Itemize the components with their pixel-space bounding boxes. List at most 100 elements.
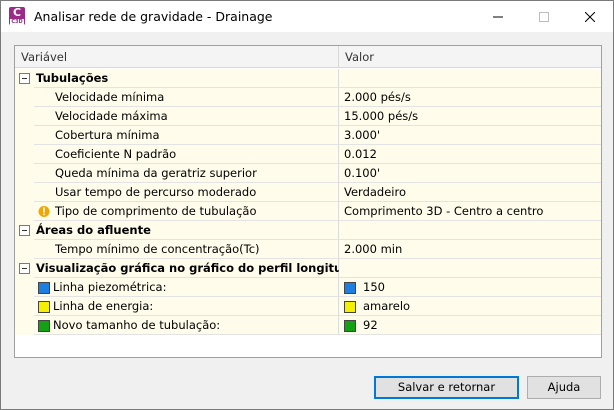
row-gutter: [15, 145, 34, 164]
value-cell[interactable]: 15.000 pés/s: [339, 107, 601, 126]
value-color-swatch: [344, 282, 356, 294]
property-row[interactable]: Velocidade máxima 15.000 pés/s: [15, 107, 601, 126]
property-label: Linha de energia:: [53, 299, 154, 313]
variable-cell: Tipo de comprimento de tubulação: [15, 202, 339, 221]
property-value: 0.012: [344, 147, 377, 161]
civil3d-app-icon: C C3D: [9, 6, 25, 25]
row-gutter: [15, 88, 34, 107]
value-cell[interactable]: Comprimento 3D - Centro a centro: [339, 202, 601, 221]
value-cell[interactable]: amarelo: [339, 297, 601, 316]
variable-cell: Tempo mínimo de concentração(Tc): [15, 240, 339, 259]
title-bar[interactable]: C C3D Analisar rede de gravidade - Drain…: [1, 1, 613, 32]
window-title: Analisar rede de gravidade - Drainage: [34, 9, 273, 24]
property-value: 15.000 pés/s: [344, 109, 419, 123]
app-icon-letter: C: [12, 6, 22, 19]
value-cell[interactable]: 92: [339, 316, 601, 335]
value-cell: [339, 69, 601, 88]
variable-cell: Novo tamanho de tubulação:: [15, 316, 339, 335]
property-row[interactable]: Novo tamanho de tubulação: 92: [15, 316, 601, 335]
collapse-icon[interactable]: [19, 263, 30, 274]
save-and-return-button[interactable]: Salvar e retornar: [374, 376, 519, 399]
property-grid[interactable]: Variável Valor Tubulações Velocidade míni…: [14, 45, 602, 358]
value-cell[interactable]: Verdadeiro: [339, 183, 601, 202]
property-label: Novo tamanho de tubulação:: [53, 318, 221, 332]
grid-header: Variável Valor: [15, 46, 601, 68]
property-value: 2.000 min: [344, 242, 403, 256]
value-cell[interactable]: 0.100': [339, 164, 601, 183]
minimize-icon: [493, 16, 503, 17]
help-button[interactable]: Ajuda: [527, 376, 601, 399]
collapse-icon[interactable]: [19, 225, 30, 236]
variable-cell: Tubulações: [15, 69, 339, 88]
value-color-swatch: [344, 320, 356, 332]
maximize-icon: [539, 11, 549, 22]
category-label: Áreas do afluente: [36, 223, 151, 237]
category-label: Visualização gráfica no gráfico do perfi…: [36, 261, 375, 275]
property-row[interactable]: Coeficiente N padrão 0.012: [15, 145, 601, 164]
close-button[interactable]: [567, 1, 613, 32]
row-gutter: [15, 278, 34, 297]
dialog-window: C C3D Analisar rede de gravidade - Drain…: [0, 0, 614, 410]
category-label: Tubulações: [36, 71, 109, 85]
value-cell: [339, 259, 601, 278]
property-label: Velocidade máxima: [55, 109, 168, 123]
property-value: Verdadeiro: [344, 185, 407, 199]
category-row[interactable]: Tubulações: [15, 69, 601, 88]
row-gutter: [15, 240, 34, 259]
row-gutter: [15, 202, 34, 221]
property-value: 2.000 pés/s: [344, 90, 411, 104]
column-header-value[interactable]: Valor: [345, 46, 374, 68]
color-swatch: [38, 320, 50, 332]
property-value: Comprimento 3D - Centro a centro: [344, 204, 544, 218]
variable-cell: Visualização gráfica no gráfico do perfi…: [15, 259, 374, 278]
value-cell[interactable]: 0.012: [339, 145, 601, 164]
property-row[interactable]: Queda mínima da geratriz superior 0.100': [15, 164, 601, 183]
variable-cell: Linha de energia:: [15, 297, 339, 316]
property-value: 150: [363, 280, 385, 294]
property-label: Tipo de comprimento de tubulação: [55, 204, 257, 218]
property-label: Tempo mínimo de concentração(Tc): [55, 242, 260, 256]
minimize-button[interactable]: [475, 1, 521, 32]
value-cell[interactable]: 3.000': [339, 126, 601, 145]
variable-cell: Queda mínima da geratriz superior: [15, 164, 339, 183]
value-cell[interactable]: 2.000 pés/s: [339, 88, 601, 107]
column-header-variable[interactable]: Variável: [21, 46, 67, 68]
property-value: 0.100': [344, 166, 381, 180]
value-cell[interactable]: 2.000 min: [339, 240, 601, 259]
variable-cell: Velocidade máxima: [15, 107, 339, 126]
property-label: Queda mínima da geratriz superior: [55, 166, 257, 180]
property-row[interactable]: Linha de energia: amarelo: [15, 297, 601, 316]
category-row[interactable]: Visualização gráfica no gráfico do perfi…: [15, 259, 601, 278]
property-label: Cobertura mínima: [55, 128, 160, 142]
property-row[interactable]: Tempo mínimo de concentração(Tc) 2.000 mi…: [15, 240, 601, 259]
row-gutter: [15, 297, 34, 316]
variable-cell: Velocidade mínima: [15, 88, 339, 107]
color-swatch: [38, 301, 50, 313]
variable-cell: Áreas do afluente: [15, 221, 339, 240]
variable-cell: Usar tempo de percurso moderado: [15, 183, 339, 202]
variable-cell: Linha piezométrica:: [15, 278, 339, 297]
row-gutter: [15, 107, 34, 126]
column-divider[interactable]: [338, 46, 339, 68]
row-gutter: [15, 164, 34, 183]
property-row[interactable]: Velocidade mínima 2.000 pés/s: [15, 88, 601, 107]
variable-cell: Coeficiente N padrão: [15, 145, 339, 164]
value-cell[interactable]: 150: [339, 278, 601, 297]
maximize-button: [521, 1, 567, 32]
color-swatch: [38, 282, 50, 294]
property-row[interactable]: Cobertura mínima 3.000': [15, 126, 601, 145]
property-value: amarelo: [363, 299, 411, 313]
property-row[interactable]: Tipo de comprimento de tubulação Comprime…: [15, 202, 601, 221]
property-row[interactable]: Linha piezométrica: 150: [15, 278, 601, 297]
property-label: Linha piezométrica:: [53, 280, 167, 294]
property-label: Velocidade mínima: [55, 90, 165, 104]
category-row[interactable]: Áreas do afluente: [15, 221, 601, 240]
property-label: Usar tempo de percurso moderado: [55, 185, 257, 199]
variable-cell: Cobertura mínima: [15, 126, 339, 145]
property-value: 3.000': [344, 128, 381, 142]
row-gutter: [15, 126, 34, 145]
property-row[interactable]: Usar tempo de percurso moderado Verdadeir…: [15, 183, 601, 202]
close-icon: [585, 11, 595, 22]
property-label: Coeficiente N padrão: [55, 147, 177, 161]
collapse-icon[interactable]: [19, 73, 30, 84]
